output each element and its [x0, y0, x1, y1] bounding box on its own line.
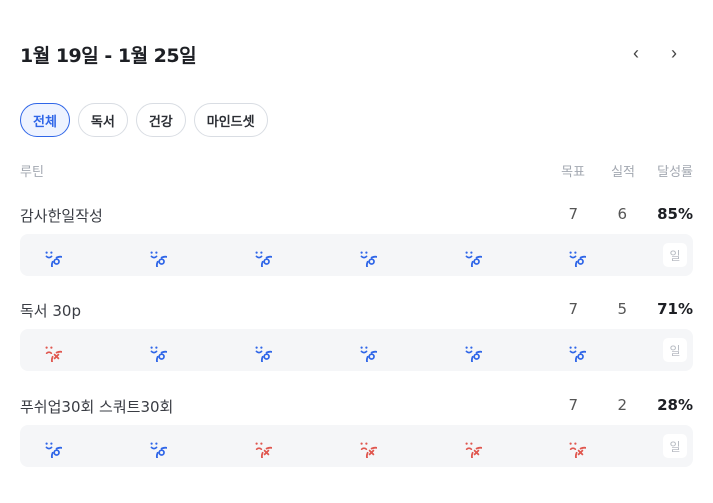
- category-filter-chips: 전체 독서 건강 마인드셋: [20, 103, 268, 137]
- column-header: 루틴 목표 실적 달성률: [20, 161, 693, 181]
- week-range-title: 1월 19일 - 1월 25일: [20, 45, 197, 67]
- day-success-icon[interactable]: [353, 338, 377, 362]
- sunday-day-cell[interactable]: 일: [663, 434, 687, 458]
- chevron-left-icon: ‹: [633, 43, 639, 63]
- day-success-icon[interactable]: [562, 338, 586, 362]
- day-fail-icon[interactable]: [353, 434, 377, 458]
- filter-chip-mindset[interactable]: 마인드셋: [193, 103, 268, 137]
- day-success-icon[interactable]: [458, 243, 482, 267]
- routine-actual: 2: [617, 396, 627, 414]
- routine-name: 푸쉬업30회 스쿼트30회: [20, 398, 174, 416]
- day-success-icon[interactable]: [143, 434, 167, 458]
- day-success-icon[interactable]: [458, 338, 482, 362]
- routine-rate: 71%: [657, 300, 693, 318]
- routine-day-tracker: 일: [20, 234, 693, 276]
- routine-actual: 5: [617, 300, 627, 318]
- filter-chip-all[interactable]: 전체: [20, 103, 70, 137]
- filter-chip-health[interactable]: 건강: [135, 103, 186, 137]
- day-success-icon[interactable]: [38, 434, 62, 458]
- column-routine-label: 루틴: [20, 165, 44, 180]
- day-success-icon[interactable]: [248, 338, 272, 362]
- day-success-icon[interactable]: [248, 243, 272, 267]
- routine-goal: 7: [568, 300, 578, 318]
- day-fail-icon[interactable]: [458, 434, 482, 458]
- column-actual-label: 실적: [611, 165, 635, 180]
- routine-rate: 28%: [657, 396, 693, 414]
- routine-actual: 6: [617, 205, 627, 223]
- sunday-day-cell[interactable]: 일: [663, 243, 687, 267]
- routine-row: 독서 30p 7 5 71% 일: [20, 300, 693, 380]
- day-fail-icon[interactable]: [562, 434, 586, 458]
- routine-name: 독서 30p: [20, 302, 81, 320]
- sunday-day-cell[interactable]: 일: [663, 338, 687, 362]
- day-success-icon[interactable]: [143, 338, 167, 362]
- next-week-button[interactable]: ›: [659, 38, 689, 68]
- day-fail-icon[interactable]: [38, 338, 62, 362]
- prev-week-button[interactable]: ‹: [621, 38, 651, 68]
- routine-name: 감사한일작성: [20, 207, 103, 225]
- routine-day-tracker: 일: [20, 329, 693, 371]
- filter-chip-reading[interactable]: 독서: [77, 103, 128, 137]
- chevron-right-icon: ›: [671, 43, 677, 63]
- routine-row: 감사한일작성 7 6 85% 일: [20, 205, 693, 285]
- column-rate-label: 달성률: [657, 165, 693, 180]
- day-fail-icon[interactable]: [248, 434, 272, 458]
- routine-day-tracker: 일: [20, 425, 693, 467]
- day-success-icon[interactable]: [38, 243, 62, 267]
- column-goal-label: 목표: [561, 165, 585, 180]
- routine-row: 푸쉬업30회 스쿼트30회 7 2 28% 일: [20, 396, 693, 476]
- day-success-icon[interactable]: [562, 243, 586, 267]
- routine-goal: 7: [568, 396, 578, 414]
- day-success-icon[interactable]: [353, 243, 377, 267]
- routine-goal: 7: [568, 205, 578, 223]
- day-success-icon[interactable]: [143, 243, 167, 267]
- week-header: 1월 19일 - 1월 25일 ‹ ›: [20, 36, 693, 72]
- routine-rate: 85%: [657, 205, 693, 223]
